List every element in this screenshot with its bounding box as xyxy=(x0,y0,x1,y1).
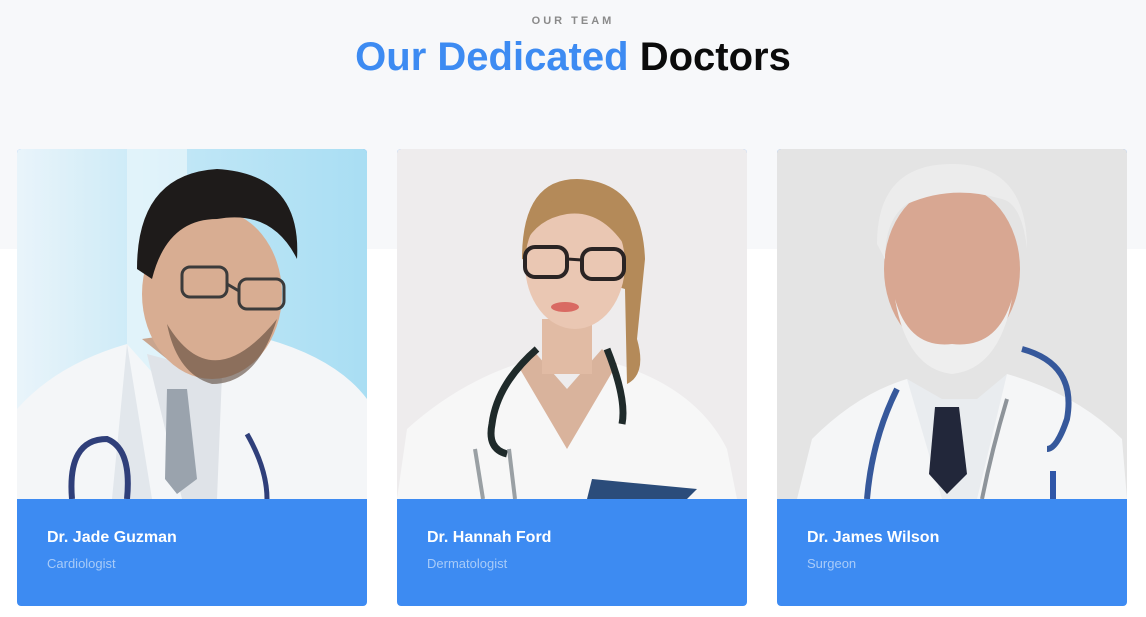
doctor-specialty: Cardiologist xyxy=(47,556,116,571)
doctor-specialty: Surgeon xyxy=(807,556,857,571)
doctor-card[interactable]: Dr. James Wilson Surgeon xyxy=(777,149,1127,606)
doctor-name[interactable]: Dr. James Wilson xyxy=(807,529,1097,547)
section-title-rest: Doctors xyxy=(639,35,791,79)
doctor-card[interactable]: Dr. Jade Guzman Cardiologist xyxy=(17,149,367,606)
section-title: Our Dedicated Doctors xyxy=(0,34,1146,80)
section-eyebrow: OUR TEAM xyxy=(531,15,615,27)
doctor-photo xyxy=(17,149,367,499)
doctor-photo xyxy=(397,149,747,499)
doctor-card[interactable]: Dr. Hannah Ford Dermatologist xyxy=(397,149,747,606)
doctor-photo xyxy=(777,149,1127,499)
doctor-name[interactable]: Dr. Jade Guzman xyxy=(47,529,337,547)
section-title-accent: Our Dedicated xyxy=(355,35,629,79)
doctor-name[interactable]: Dr. Hannah Ford xyxy=(427,529,717,547)
doctor-specialty: Dermatologist xyxy=(427,556,508,571)
